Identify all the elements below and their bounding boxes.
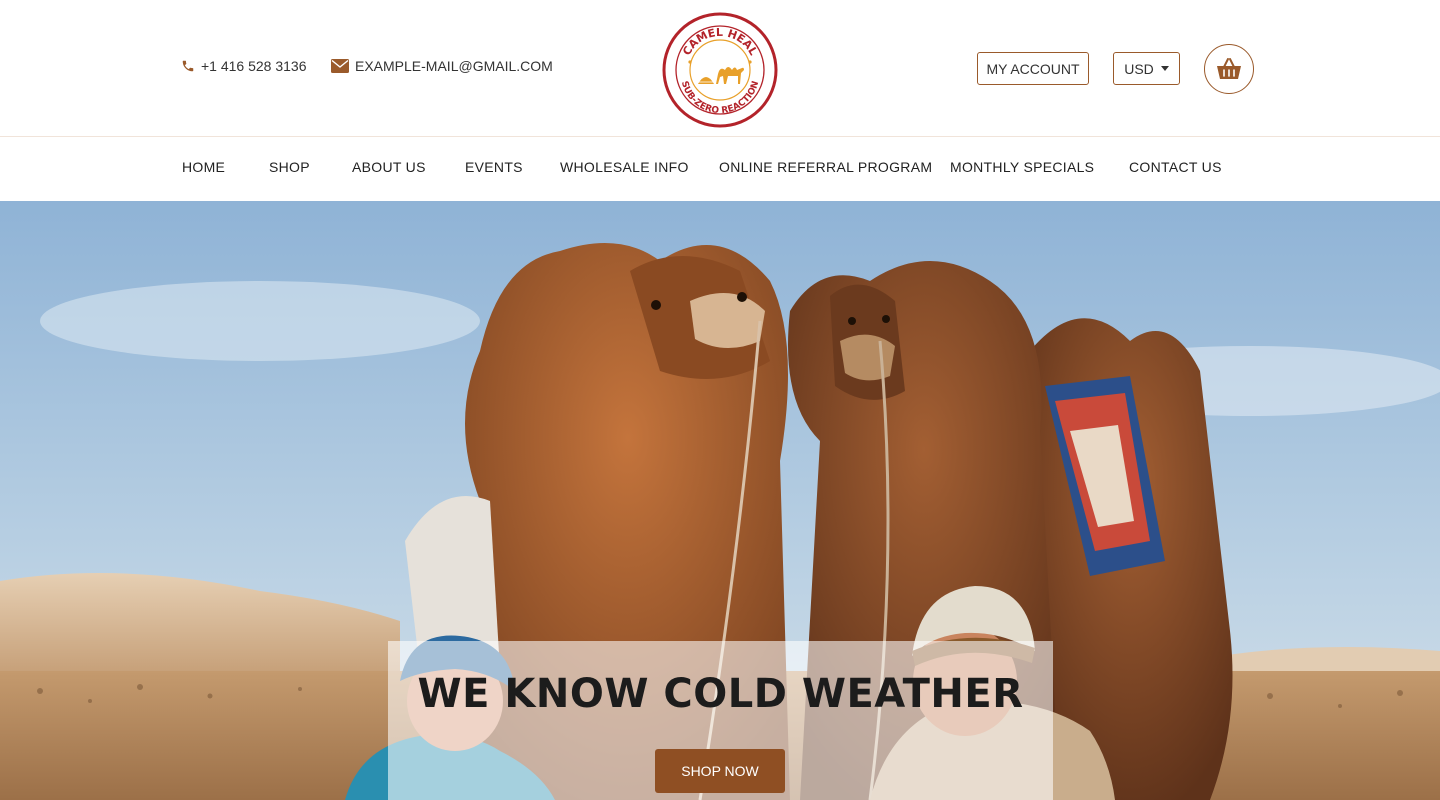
hero-banner: WE KNOW COLD WEATHER SHOP NOW [0,201,1440,800]
shop-now-label: SHOP NOW [681,763,759,779]
email-address: EXAMPLE-MAIL@GMAIL.COM [355,58,553,74]
my-account-label: MY ACCOUNT [986,60,1080,77]
shopping-basket-icon [1217,58,1241,79]
phone-contact[interactable]: +1 416 528 3136 [181,58,307,74]
nav-item-wholesale-info[interactable]: WHOLESALE INFO [560,159,689,175]
nav-item-about-us[interactable]: ABOUT US [352,159,426,175]
cart-button[interactable] [1204,44,1254,94]
phone-number: +1 416 528 3136 [201,58,307,74]
nav-item-monthly-specials[interactable]: MONTHLY SPECIALS [950,159,1094,175]
top-header: +1 416 528 3136 EXAMPLE-MAIL@GMAIL.COM C… [0,0,1440,137]
nav-item-shop[interactable]: SHOP [269,159,310,175]
caret-down-icon [1160,66,1169,71]
camel-heal-logo[interactable]: CAMEL HEAL SUB-ZERO REACTION [662,12,778,128]
currency-value: USD [1124,60,1154,77]
nav-item-online-referral-program[interactable]: ONLINE REFERRAL PROGRAM [719,159,932,175]
phone-icon [182,60,194,72]
nav-item-contact-us[interactable]: CONTACT US [1129,159,1222,175]
hero-overlay: WE KNOW COLD WEATHER SHOP NOW [388,641,1053,800]
nav-item-events[interactable]: EVENTS [465,159,523,175]
main-navigation: HOME SHOP ABOUT US EVENTS WHOLESALE INFO… [0,138,1440,201]
email-contact[interactable]: EXAMPLE-MAIL@GMAIL.COM [331,58,553,74]
shop-now-button[interactable]: SHOP NOW [655,749,785,793]
envelope-icon [331,59,349,73]
my-account-button[interactable]: MY ACCOUNT [977,52,1089,85]
currency-select[interactable]: USD [1113,52,1180,85]
hero-headline: WE KNOW COLD WEATHER [417,671,1024,717]
nav-item-home[interactable]: HOME [182,159,225,175]
